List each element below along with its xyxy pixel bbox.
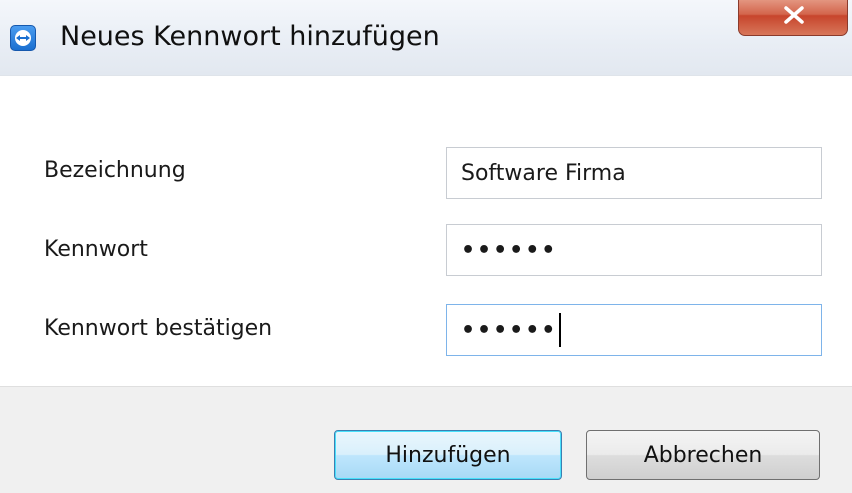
name-label: Bezeichnung: [44, 158, 186, 183]
text-caret: [559, 313, 562, 347]
close-icon: [784, 6, 804, 24]
confirm-password-label: Kennwort bestätigen: [44, 316, 273, 341]
add-button[interactable]: Hinzufügen: [334, 430, 562, 480]
password-label: Kennwort: [44, 237, 148, 262]
password-field-value: ••••••: [461, 237, 558, 263]
password-field[interactable]: ••••••: [446, 224, 822, 276]
cancel-button[interactable]: Abbrechen: [586, 430, 820, 480]
title-bar[interactable]: Neues Kennwort hinzufügen: [0, 0, 852, 76]
confirm-password-field-value: ••••••: [461, 317, 558, 343]
confirm-password-field[interactable]: ••••••: [446, 304, 822, 356]
teamviewer-icon: [10, 25, 36, 51]
name-field-value: Software Firma: [461, 160, 626, 186]
add-button-label: Hinzufügen: [385, 442, 511, 468]
window-title: Neues Kennwort hinzufügen: [60, 21, 440, 52]
close-button[interactable]: [738, 0, 848, 36]
name-field[interactable]: Software Firma: [446, 147, 822, 199]
cancel-button-label: Abbrechen: [643, 442, 763, 468]
